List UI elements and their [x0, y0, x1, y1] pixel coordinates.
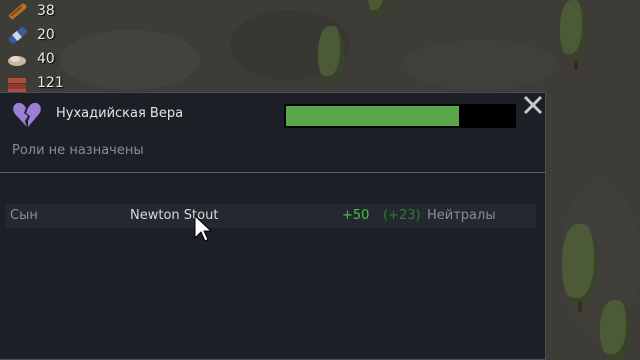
ideology-name[interactable]: Нухадийская Вера: [56, 106, 183, 121]
progress-fill: [286, 106, 460, 126]
tree[interactable]: [368, 0, 388, 16]
tree[interactable]: [560, 0, 586, 60]
resource-row[interactable]: 40: [0, 48, 80, 72]
bricks-icon: [8, 78, 26, 92]
tree[interactable]: [318, 26, 344, 82]
roles-status: Роли не назначены: [12, 143, 144, 158]
resource-count: 121: [37, 75, 64, 91]
relation-type: Сын: [10, 208, 38, 223]
tree[interactable]: [562, 224, 598, 304]
opinion-secondary: (+23): [383, 208, 421, 223]
divider: [0, 172, 546, 173]
meat-icon: [8, 56, 26, 66]
broken-heart-icon[interactable]: [12, 100, 42, 130]
opinion-value: +50: [342, 208, 370, 223]
resource-row[interactable]: 38: [0, 0, 80, 24]
mouse-cursor-icon: [194, 214, 213, 242]
ideology-progress-bar: [284, 104, 516, 128]
resource-count: 38: [37, 3, 55, 19]
wood-icon: [8, 3, 27, 20]
resource-row[interactable]: 20: [0, 24, 80, 48]
medicine-icon: [8, 27, 27, 44]
resource-list: 38 20 40 121: [0, 0, 80, 96]
faction-name: Нейтралы: [427, 208, 496, 223]
resource-count: 20: [37, 27, 55, 43]
close-icon[interactable]: [522, 94, 544, 116]
tree[interactable]: [600, 300, 630, 360]
relation-row[interactable]: Сын Newton Stout +50 (+23) Нейтралы: [6, 204, 536, 228]
resource-count: 40: [37, 51, 55, 67]
